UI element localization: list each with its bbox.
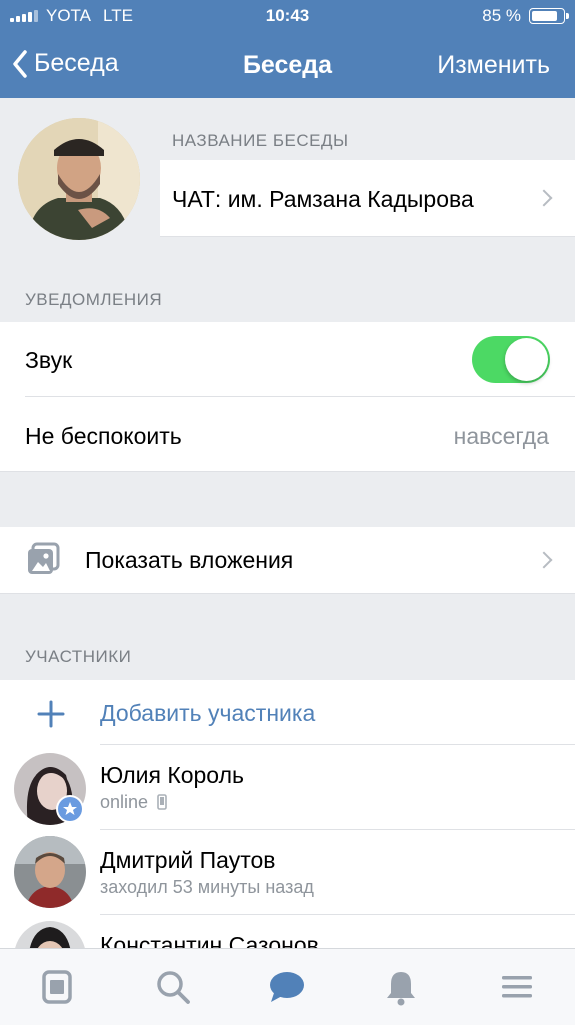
tab-menu[interactable] [497, 967, 537, 1007]
menu-icon [502, 976, 532, 998]
members-section-label: УЧАСТНИКИ [25, 647, 132, 666]
show-attachments-label: Показать вложения [85, 547, 294, 573]
notifications-icon [387, 972, 415, 1006]
star-icon [58, 797, 82, 821]
dnd-value[interactable]: навсегда [454, 423, 549, 450]
attachments-icon [28, 542, 60, 574]
tab-messages[interactable] [267, 967, 307, 1007]
chat-name-label: НАЗВАНИЕ БЕСЕДЫ [172, 131, 349, 150]
dnd-label[interactable]: Не беспокоить [25, 423, 182, 450]
status-bar: YOTA LTE 10:43 85 % [0, 0, 575, 34]
member-status: заходил 53 минуты назад [100, 877, 314, 897]
admin-star-badge [56, 795, 84, 823]
sound-toggle[interactable] [472, 336, 550, 383]
member-status: online [100, 792, 149, 812]
member-row[interactable]: Дмитрий Паутов заходил 53 минуты назад [0, 830, 575, 914]
tab-news[interactable] [37, 967, 77, 1007]
divider [0, 471, 575, 472]
member-name: Константин Сазонов [100, 932, 319, 948]
member-name: Дмитрий Паутов [100, 847, 276, 873]
divider [25, 396, 575, 397]
edit-button[interactable]: Изменить [437, 51, 550, 80]
chat-name-value: ЧАТ: им. Рамзана Кадырова [172, 186, 474, 212]
mobile-icon [157, 794, 167, 810]
news-icon [42, 970, 72, 1004]
tab-search[interactable] [153, 967, 193, 1007]
avatar [14, 921, 86, 948]
chevron-right-icon [535, 551, 553, 569]
member-row[interactable]: Юлия Король online [0, 745, 575, 829]
add-member-button[interactable]: Добавить участника [0, 680, 575, 744]
chat-avatar[interactable] [18, 118, 140, 240]
show-attachments-row[interactable]: Показать вложения [0, 527, 575, 593]
toggle-knob [505, 338, 548, 381]
tab-notifications[interactable] [381, 967, 421, 1007]
avatar [14, 836, 86, 908]
notifications-section-label: УВЕДОМЛЕНИЯ [25, 290, 163, 309]
chat-name-row[interactable]: ЧАТ: им. Рамзана Кадырова [160, 160, 575, 236]
battery-percent: 85 % [482, 6, 521, 25]
navigation-bar: Беседа Беседа Изменить [0, 34, 575, 98]
chat-photo [18, 118, 140, 240]
search-icon [157, 971, 190, 1004]
tab-bar [0, 948, 575, 1025]
divider [0, 593, 575, 594]
member-name: Юлия Король [100, 762, 244, 788]
add-member-label: Добавить участника [100, 700, 316, 726]
chevron-right-icon [535, 189, 553, 207]
member-row[interactable]: Константин Сазонов [0, 915, 575, 948]
battery-icon [529, 8, 569, 24]
sound-label: Звук [25, 347, 73, 373]
divider [160, 236, 575, 237]
messages-icon [270, 972, 304, 1002]
plus-icon [37, 700, 65, 728]
